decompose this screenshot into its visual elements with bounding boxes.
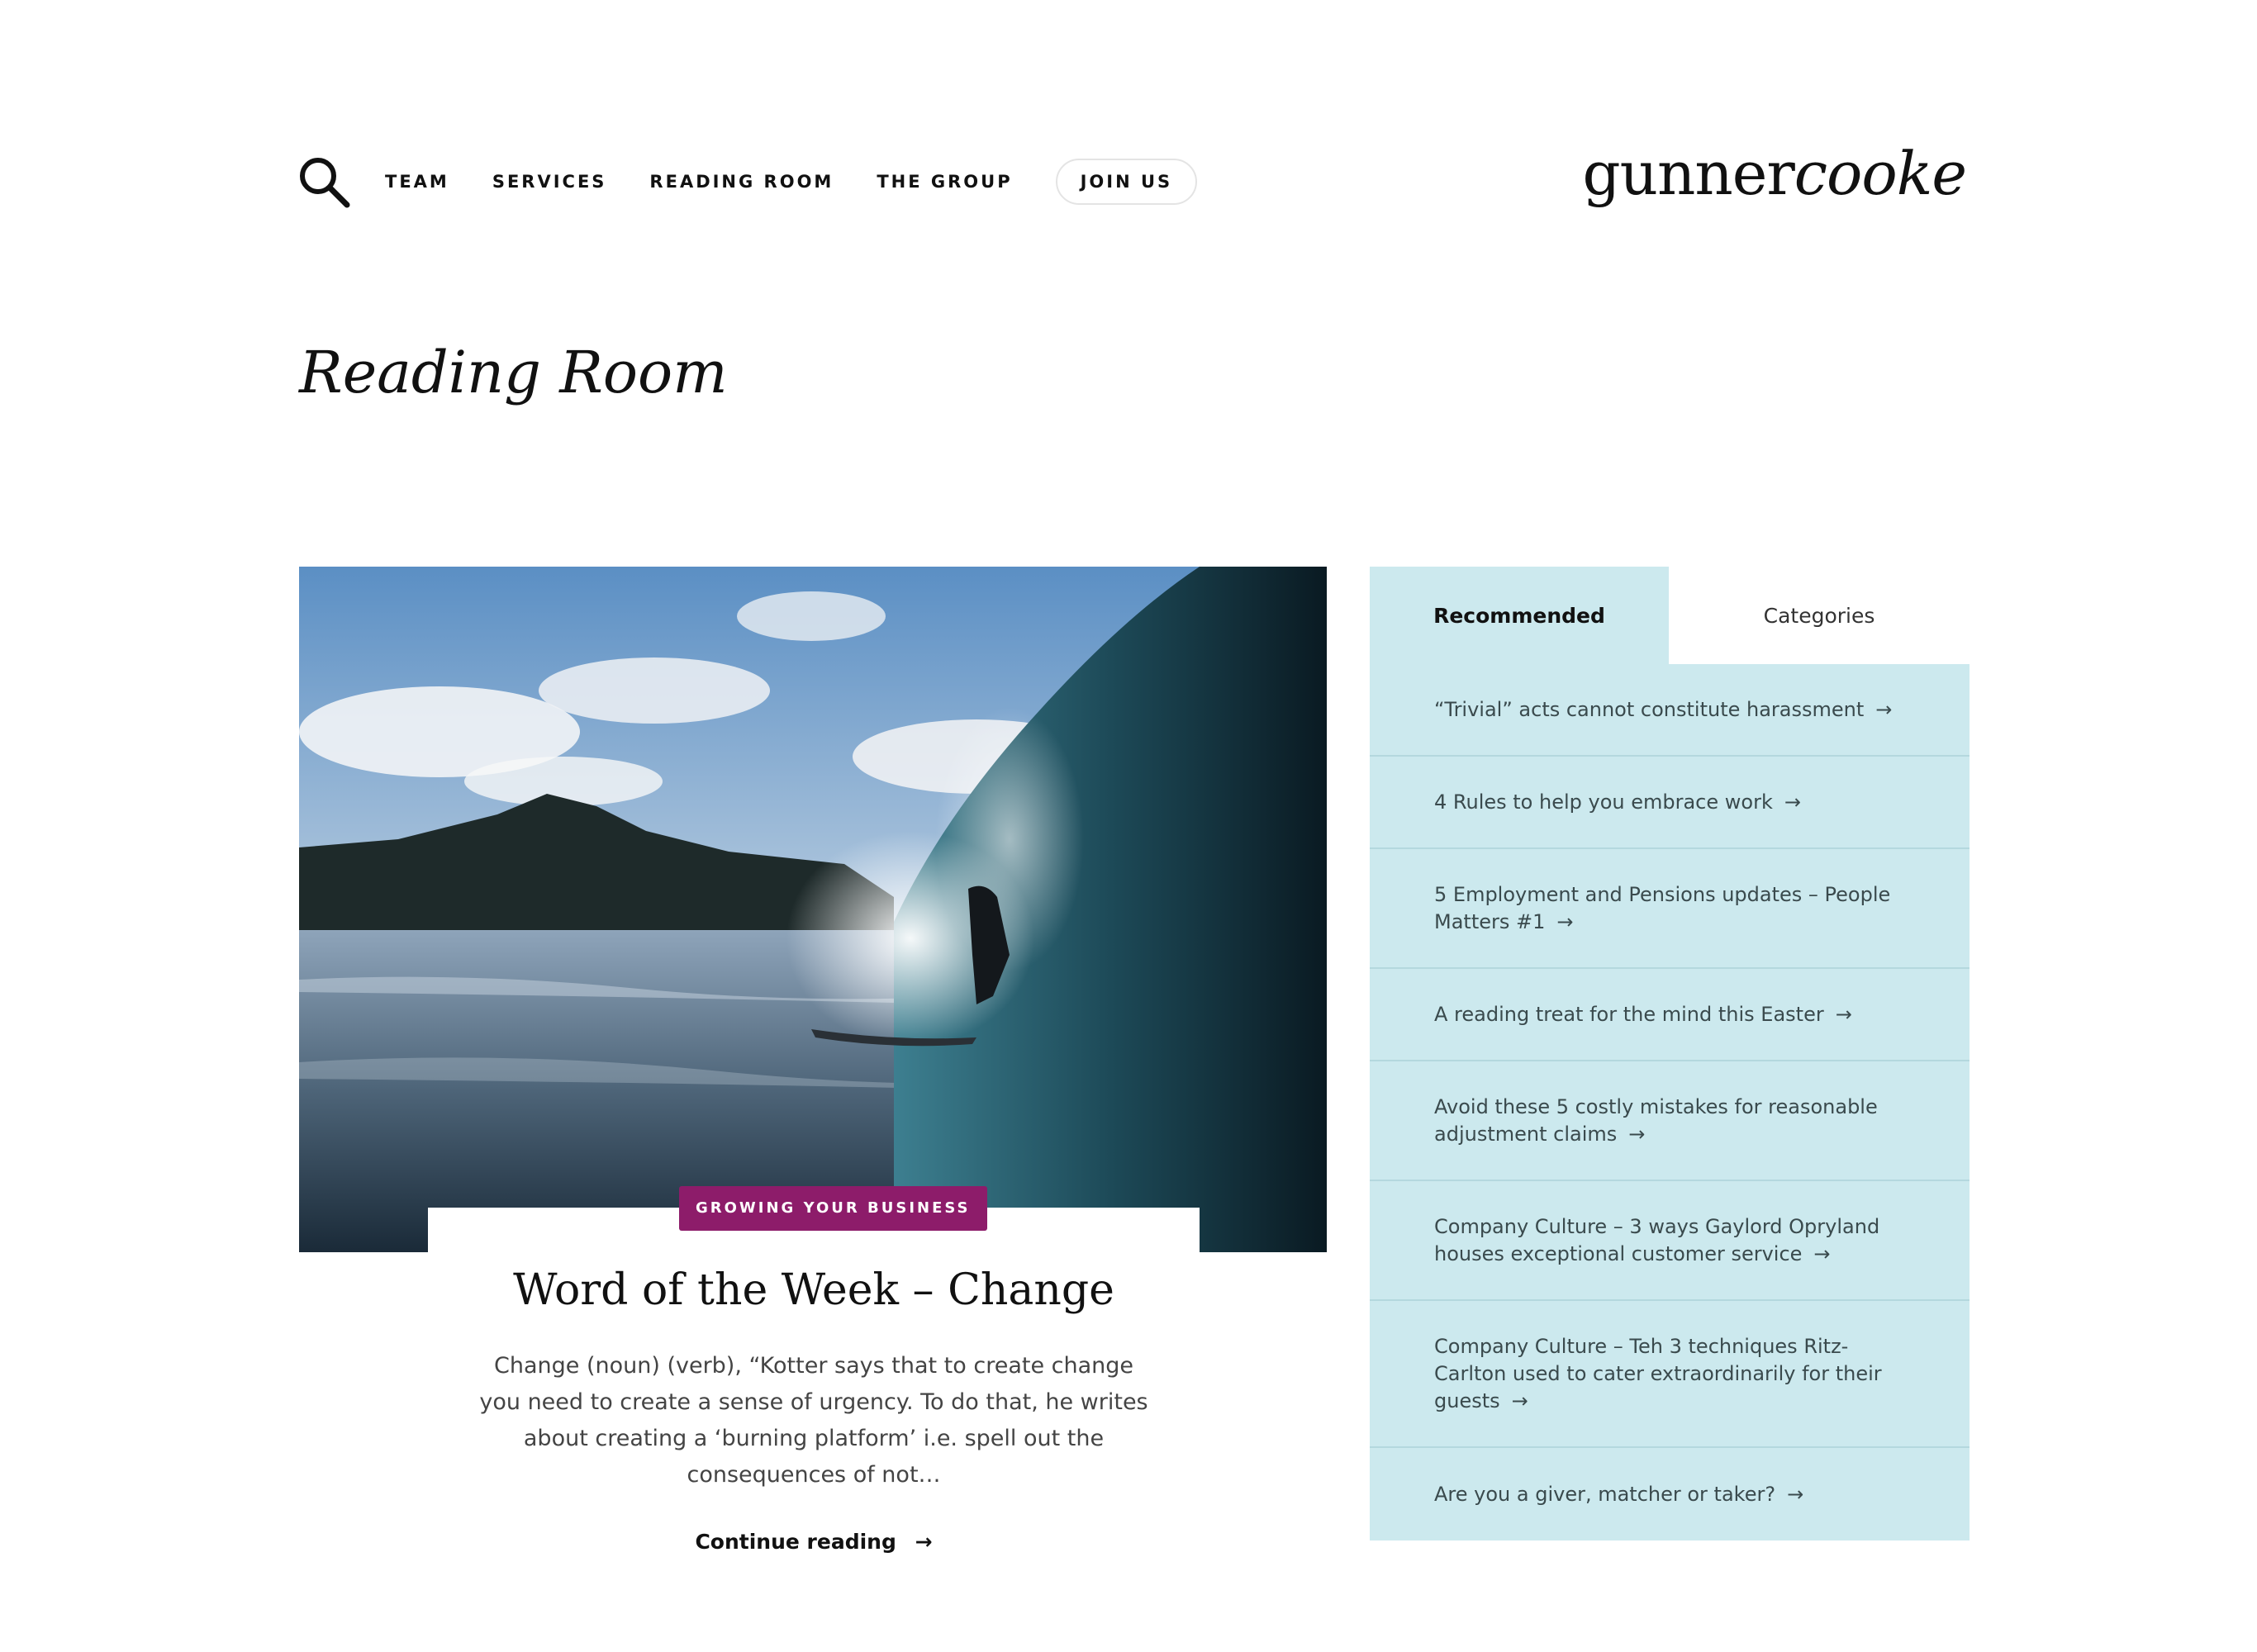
list-item-text: 5 Employment and Pensions updates – Peop… [1434,881,1912,936]
logo-part-italic: cooke [1794,139,1967,208]
page-title: Reading Room [299,339,728,406]
category-badge[interactable]: GROWING YOUR BUSINESS [679,1186,987,1231]
continue-reading-label: Continue reading [695,1530,896,1554]
arrow-right-icon: → [1556,909,1574,933]
list-item[interactable]: 4 Rules to help you embrace work → [1370,757,1970,849]
join-us-button[interactable]: JOIN US [1055,159,1198,205]
list-item-label: “Trivial” acts cannot constitute harassm… [1434,697,1865,721]
arrow-right-icon: → [1875,697,1893,721]
list-item[interactable]: Are you a giver, matcher or taker? → [1370,1448,1970,1540]
arrow-right-icon: → [1628,1122,1646,1146]
list-item[interactable]: Company Culture – 3 ways Gaylord Oprylan… [1370,1181,1970,1301]
list-item[interactable]: “Trivial” acts cannot constitute harassm… [1370,664,1970,757]
sidebar: Recommended Categories “Trivial” acts ca… [1370,567,1970,1540]
article-excerpt: Change (noun) (verb), “Kotter says that … [479,1353,1148,1488]
list-item-label: Are you a giver, matcher or taker? [1434,1482,1776,1506]
site-logo[interactable]: gunnercooke [1582,139,1968,208]
list-item-label: 4 Rules to help you embrace work [1434,790,1773,814]
list-item[interactable]: 5 Employment and Pensions updates – Peop… [1370,849,1970,969]
tab-recommended[interactable]: Recommended [1370,567,1669,664]
list-item[interactable]: Avoid these 5 costly mistakes for reason… [1370,1061,1970,1181]
list-item-text: Company Culture – Teh 3 techniques Ritz-… [1434,1333,1912,1415]
continue-reading-link[interactable]: Continue reading → [428,1530,1200,1554]
arrow-right-icon: → [1835,1002,1852,1026]
list-item-text: Company Culture – 3 ways Gaylord Oprylan… [1434,1213,1912,1268]
arrow-right-icon: → [1784,790,1801,814]
nav-item-team[interactable]: TEAM [385,172,449,192]
main-nav: TEAM SERVICES READING ROOM THE GROUP JOI… [385,149,1198,215]
list-item-text: A reading treat for the mind this Easter… [1434,1001,1852,1028]
list-item[interactable]: A reading treat for the mind this Easter… [1370,969,1970,1061]
sidebar-tabs: Recommended Categories [1370,567,1970,664]
tab-categories[interactable]: Categories [1669,567,1970,664]
article-title[interactable]: Word of the Week – Change [428,1265,1200,1315]
nav-item-the-group[interactable]: THE GROUP [877,172,1012,192]
nav-item-services[interactable]: SERVICES [492,172,607,192]
list-item-text: Avoid these 5 costly mistakes for reason… [1434,1094,1912,1148]
list-item-text: “Trivial” acts cannot constitute harassm… [1434,696,1892,724]
arrow-right-icon: → [1511,1389,1528,1412]
arrow-right-icon: → [1787,1482,1804,1506]
search-icon [300,158,350,208]
list-item-label: A reading treat for the mind this Easter [1434,1002,1824,1026]
list-item-label: Avoid these 5 costly mistakes for reason… [1434,1094,1878,1146]
featured-image[interactable] [299,567,1327,1252]
surf-photo [299,567,1327,1252]
recommended-list: “Trivial” acts cannot constitute harassm… [1370,664,1970,1540]
list-item[interactable]: Company Culture – Teh 3 techniques Ritz-… [1370,1301,1970,1448]
nav-item-reading-room[interactable]: READING ROOM [649,172,834,192]
list-item-label: 5 Employment and Pensions updates – Peop… [1434,882,1891,933]
site-header: TEAM SERVICES READING ROOM THE GROUP JOI… [297,139,1967,215]
list-item-text: Are you a giver, matcher or taker? → [1434,1481,1803,1508]
logo-part-regular: gunner [1582,139,1795,208]
list-item-label: Company Culture – Teh 3 techniques Ritz-… [1434,1334,1882,1412]
list-item-text: 4 Rules to help you embrace work → [1434,789,1801,816]
arrow-right-icon: → [915,1530,933,1554]
arrow-right-icon: → [1813,1241,1831,1265]
search-button[interactable] [297,155,350,208]
